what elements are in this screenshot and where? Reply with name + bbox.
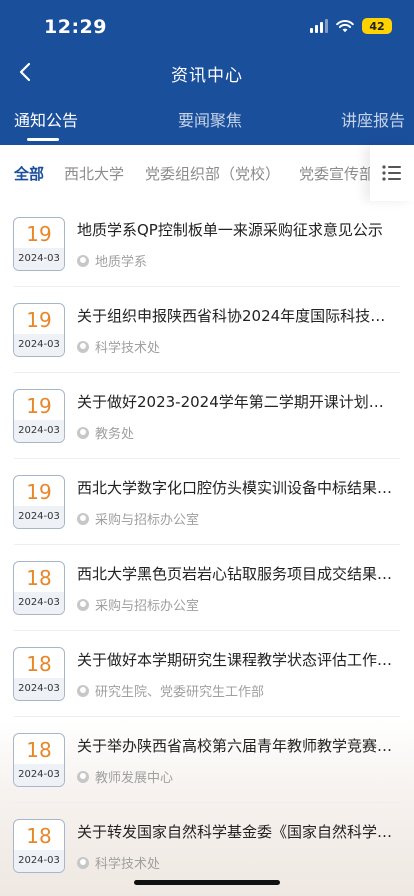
tab-news-focus[interactable]: 要闻聚焦 <box>178 107 242 131</box>
date-month: 2024-03 <box>14 678 64 700</box>
list-item[interactable]: 18 2024-03 西北大学黑色页岩岩心钻取服务项目成交结果… 采购与招标办公… <box>0 545 414 631</box>
signal-icon <box>310 19 328 33</box>
news-title: 关于做好2023-2024学年第二学期开课计划报… <box>77 393 395 411</box>
page-title: 资讯中心 <box>171 66 243 86</box>
battery-indicator: 42 <box>362 18 392 34</box>
user-circle-icon <box>77 598 89 611</box>
list-item[interactable]: 19 2024-03 关于组织申报陕西省科协2024年度国际科技交… 科学技术处 <box>0 287 414 373</box>
date-day: 19 <box>26 480 52 504</box>
news-source-label: 教师发展中心 <box>95 771 174 786</box>
list-item[interactable]: 18 2024-03 关于举办陕西省高校第六届青年教师教学竞赛… 教师发展中心 <box>0 717 414 803</box>
news-source: 教师发展中心 <box>77 767 173 786</box>
category-menu-button[interactable] <box>370 145 414 201</box>
date-month: 2024-03 <box>14 248 64 270</box>
category-northwest-university[interactable]: 西北大学 <box>64 163 124 184</box>
date-day: 18 <box>26 824 52 848</box>
list-item[interactable]: 18 2024-03 关于做好本学期研究生课程教学状态评估工作… 研究生院、党委… <box>0 631 414 717</box>
category-bar: 全部 西北大学 党委组织部（党校） 党委宣传部 <box>0 145 414 201</box>
user-circle-icon <box>77 426 89 439</box>
news-title: 地质学系QP控制板单一来源采购征求意见公示 <box>77 221 383 239</box>
app-header: 12:29 42 资讯中心 通知公告 要闻聚焦 讲座报告 <box>0 0 414 145</box>
category-organization-dept[interactable]: 党委组织部（党校） <box>145 163 280 184</box>
date-month: 2024-03 <box>14 592 64 614</box>
news-title: 关于组织申报陕西省科协2024年度国际科技交… <box>77 307 395 325</box>
date-badge: 19 2024-03 <box>13 303 65 357</box>
news-source: 研究生院、党委研究生工作部 <box>77 681 264 700</box>
active-tab-indicator <box>27 138 59 141</box>
list-menu-icon <box>382 165 401 181</box>
date-day: 18 <box>26 652 52 676</box>
news-source: 科学技术处 <box>77 853 160 872</box>
user-circle-icon <box>77 684 89 697</box>
date-month: 2024-03 <box>14 420 64 442</box>
news-title: 关于转发国家自然科学基金委《国家自然科学… <box>77 823 393 841</box>
nav-bar: 资讯中心 <box>0 50 414 96</box>
news-source: 地质学系 <box>77 251 147 270</box>
news-source-label: 研究生院、党委研究生工作部 <box>95 685 265 700</box>
status-icons: 42 <box>310 18 392 34</box>
user-circle-icon <box>77 512 89 525</box>
news-source: 科学技术处 <box>77 337 160 356</box>
date-badge: 19 2024-03 <box>13 389 65 443</box>
news-source-label: 科学技术处 <box>95 857 161 872</box>
date-month: 2024-03 <box>14 764 64 786</box>
news-source: 教务处 <box>77 423 134 442</box>
date-month: 2024-03 <box>14 334 64 356</box>
home-indicator[interactable] <box>134 880 280 885</box>
news-source-label: 地质学系 <box>95 255 148 270</box>
date-month: 2024-03 <box>14 850 64 872</box>
tab-notices[interactable]: 通知公告 <box>14 107 78 131</box>
news-source-label: 采购与招标办公室 <box>95 599 200 614</box>
news-source-label: 科学技术处 <box>95 341 161 356</box>
status-bar: 12:29 42 <box>0 0 414 50</box>
news-title: 西北大学黑色页岩岩心钻取服务项目成交结果… <box>77 565 393 583</box>
list-item[interactable]: 19 2024-03 地质学系QP控制板单一来源采购征求意见公示 地质学系 <box>0 201 414 287</box>
date-day: 19 <box>26 308 52 332</box>
date-badge: 18 2024-03 <box>13 819 65 873</box>
user-circle-icon <box>77 254 89 267</box>
top-tabs: 通知公告 要闻聚焦 讲座报告 <box>0 96 414 145</box>
date-badge: 18 2024-03 <box>13 733 65 787</box>
news-title: 关于做好本学期研究生课程教学状态评估工作… <box>77 651 393 669</box>
news-source: 采购与招标办公室 <box>77 509 199 528</box>
category-all[interactable]: 全部 <box>14 163 44 184</box>
news-source-label: 教务处 <box>95 427 135 442</box>
news-source: 采购与招标办公室 <box>77 595 199 614</box>
list-item[interactable]: 19 2024-03 西北大学数字化口腔仿头模实训设备中标结果… 采购与招标办公… <box>0 459 414 545</box>
date-badge: 18 2024-03 <box>13 647 65 701</box>
news-title: 关于举办陕西省高校第六届青年教师教学竞赛… <box>77 737 393 755</box>
news-source-label: 采购与招标办公室 <box>95 513 200 528</box>
date-day: 19 <box>26 222 52 246</box>
date-badge: 19 2024-03 <box>13 217 65 271</box>
list-item[interactable]: 19 2024-03 关于做好2023-2024学年第二学期开课计划报… 教务处 <box>0 373 414 459</box>
status-time: 12:29 <box>44 16 107 38</box>
list-item[interactable]: 18 2024-03 关于转发国家自然科学基金委《国家自然科学… 科学技术处 <box>0 803 414 889</box>
news-title: 西北大学数字化口腔仿头模实训设备中标结果… <box>77 479 393 497</box>
date-day: 18 <box>26 738 52 762</box>
user-circle-icon <box>77 856 89 869</box>
category-publicity-dept[interactable]: 党委宣传部 <box>299 163 374 184</box>
date-month: 2024-03 <box>14 506 64 528</box>
date-day: 19 <box>26 394 52 418</box>
user-circle-icon <box>77 340 89 353</box>
date-badge: 19 2024-03 <box>13 475 65 529</box>
wifi-icon <box>336 20 354 33</box>
user-circle-icon <box>77 770 89 783</box>
date-day: 18 <box>26 566 52 590</box>
tab-lectures[interactable]: 讲座报告 <box>341 107 405 131</box>
date-badge: 18 2024-03 <box>13 561 65 615</box>
